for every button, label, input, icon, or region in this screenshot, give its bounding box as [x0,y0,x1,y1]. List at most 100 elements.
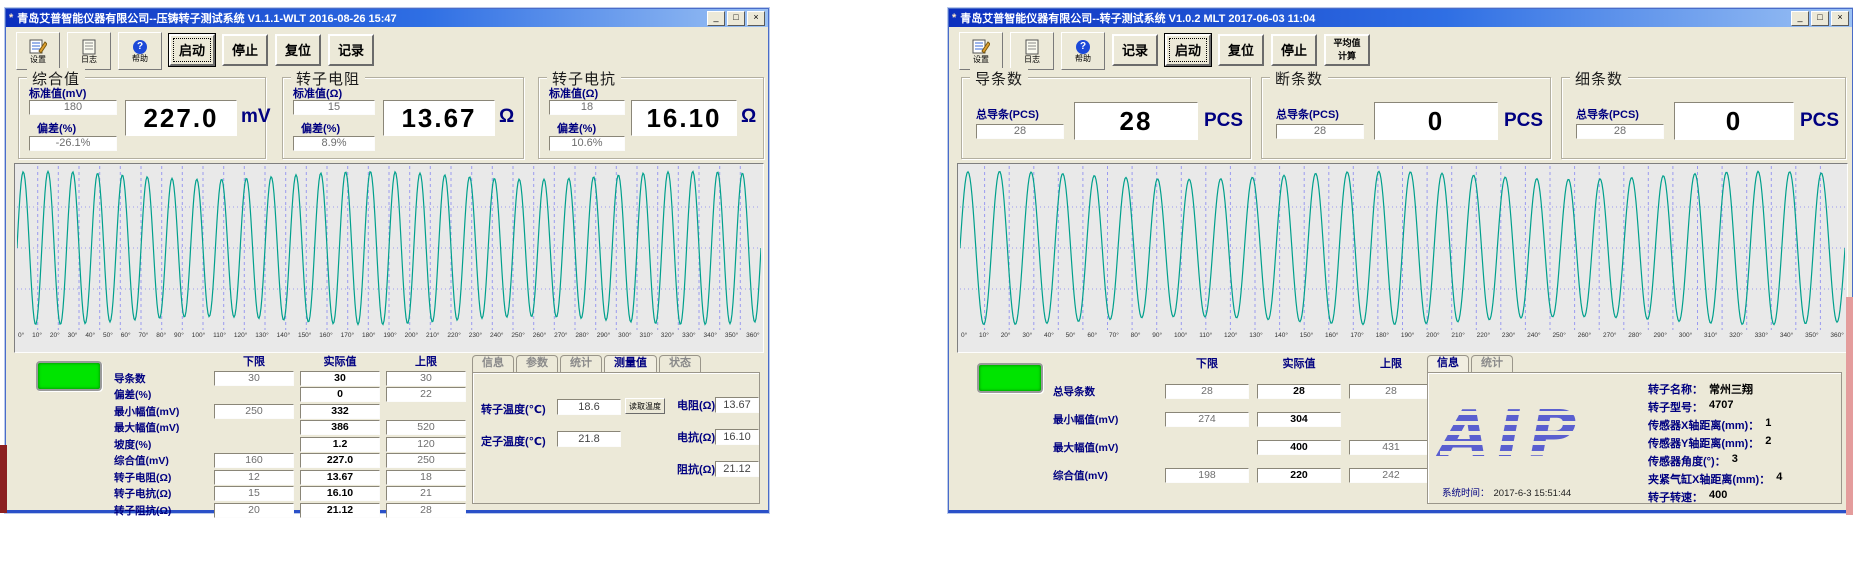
close-button[interactable]: × [747,11,765,26]
lower-limit-input[interactable]: 30 [214,371,294,386]
sensor-x-value: 1 [1765,417,1771,433]
lower-limit-input[interactable]: 20 [214,503,294,518]
settings-button[interactable]: 设置 [16,32,60,70]
rotor-model-value: 4707 [1709,399,1733,415]
waveform-chart [960,166,1845,330]
minimize-button[interactable]: _ [707,11,725,26]
read-temperature-button[interactable]: 读取温度 [625,398,665,414]
x-axis-tick: 130° [255,332,268,344]
x-axis-tick: 150° [298,332,311,344]
lower-limit-input[interactable]: 12 [214,470,294,485]
rotor-model-label: 转子型号： [1648,399,1703,415]
x-axis-tick: 120° [1224,332,1237,344]
desktop: * 青岛艾普智能仪器有限公司--压铸转子测试系统 V1.1.1-WLT 2016… [0,0,1853,570]
deviation-value: -26.1% [29,136,117,151]
settings-button[interactable]: 设置 [959,32,1003,70]
unit-label: Ω [741,106,756,128]
left-titlebar[interactable]: * 青岛艾普智能仪器有限公司--压铸转子测试系统 V1.1.1-WLT 2016… [6,9,768,27]
upper-limit-input[interactable]: 250 [386,453,466,468]
total-bars-input[interactable]: 28 [1276,124,1364,139]
x-axis-tick: 100° [1174,332,1187,344]
actual-value: 1.2 [300,437,380,452]
actual-value: 386 [300,420,380,435]
maximize-button[interactable]: □ [1811,11,1829,26]
total-bars-input[interactable]: 28 [976,124,1064,139]
lower-limit-input[interactable]: 160 [214,453,294,468]
x-axis-tick: 10° [979,332,989,344]
standard-value-input[interactable]: 15 [293,100,375,115]
log-button[interactable]: 日志 [1010,32,1054,70]
lower-limit-input[interactable]: 15 [214,486,294,501]
tab-info[interactable]: 信息 [1427,355,1469,372]
maximize-button[interactable]: □ [727,11,745,26]
x-axis-tick: 50° [1066,332,1076,344]
log-label: 日志 [81,56,97,64]
record-button[interactable]: 记录 [328,34,374,66]
row-label: 总导条数 [1053,384,1157,399]
tab-info[interactable]: 信息 [472,355,514,372]
minimize-button[interactable]: _ [1791,11,1809,26]
tab-parameters[interactable]: 参数 [516,355,558,372]
deviation-value: 10.6% [549,136,625,151]
x-axis-tick: 190° [1401,332,1414,344]
measured-value-display: 13.67 [383,100,495,136]
group-broken-bar-count: 断条数 总导条(PCS) 28 0 PCS [1261,77,1551,159]
upper-limit-input[interactable]: 431 [1349,440,1433,455]
rotor-name-value: 常州三翔 [1709,381,1753,397]
x-axis-tick: 310° [1704,332,1717,344]
help-label: 帮助 [1075,55,1091,63]
lower-limit-input[interactable]: 274 [1165,412,1249,427]
tab-status[interactable]: 状态 [659,355,701,372]
x-axis-tick: 140° [1275,332,1288,344]
waveform-panel: 0°10°20°30°40°50°60°70°80°90°100°110°120… [957,163,1848,353]
log-icon [1025,39,1039,55]
unit-label: Ω [499,106,514,128]
upper-limit-input[interactable]: 120 [386,437,466,452]
help-button[interactable]: ? 帮助 [1061,32,1105,70]
help-button[interactable]: ? 帮助 [118,32,162,70]
start-button[interactable]: 启动 [1165,34,1211,66]
x-axis-tick: 290° [1654,332,1667,344]
app-icon: * [9,12,13,24]
upper-limit-input[interactable]: 28 [1349,384,1433,399]
tab-measurements[interactable]: 测量值 [604,355,657,372]
log-button[interactable]: 日志 [67,32,111,70]
x-axis-tick: 70° [139,332,149,344]
upper-limit-input[interactable]: 18 [386,470,466,485]
log-icon [82,39,96,55]
tab-statistics[interactable]: 统计 [560,355,602,372]
start-button[interactable]: 启动 [169,34,215,66]
info-row: 传感器角度(°)： 3 [1648,453,1738,469]
right-bottom-section: 下限 实际值 上限 总导条数 28 28 28 最小幅值(mV) 274 304… [957,353,1844,505]
x-axis-tick: 160° [1325,332,1338,344]
upper-limit-input[interactable]: 28 [386,503,466,518]
measurements-tab-body: 转子温度(℃) 18.6 读取温度 定子温度(℃) 21.8 电阻(Ω) 13.… [472,372,760,504]
stop-button[interactable]: 停止 [1271,34,1317,66]
x-axis-tick: 360° [1830,332,1843,344]
x-axis-tick: 170° [1350,332,1363,344]
total-bars-input[interactable]: 28 [1576,124,1664,139]
upper-limit-input[interactable]: 21 [386,486,466,501]
tab-statistics[interactable]: 统计 [1471,355,1513,372]
record-button[interactable]: 记录 [1112,34,1158,66]
reset-button[interactable]: 复位 [275,34,321,66]
lower-limit-input[interactable]: 28 [1165,384,1249,399]
upper-limit-input[interactable]: 242 [1349,468,1433,483]
settings-icon [972,39,990,55]
settings-label: 设置 [30,56,46,64]
reset-button[interactable]: 复位 [1218,34,1264,66]
info-row: 传感器X轴距离(mm)： 1 [1648,417,1771,433]
upper-limit-input[interactable]: 520 [386,420,466,435]
x-axis-tick: 360° [746,332,759,344]
upper-limit-input[interactable]: 22 [386,387,466,402]
standard-value-input[interactable]: 18 [549,100,625,115]
right-titlebar[interactable]: * 青岛艾普智能仪器有限公司--转子测试系统 V1.0.2 MLT 2017-0… [949,9,1852,27]
standard-value-input[interactable]: 180 [29,100,117,115]
column-header: 上限 [386,353,466,369]
average-calc-button[interactable]: 平均值 计算 [1324,34,1370,66]
lower-limit-input[interactable]: 250 [214,404,294,419]
stop-button[interactable]: 停止 [222,34,268,66]
close-button[interactable]: × [1831,11,1849,26]
upper-limit-input[interactable]: 30 [386,371,466,386]
lower-limit-input[interactable]: 198 [1165,468,1249,483]
